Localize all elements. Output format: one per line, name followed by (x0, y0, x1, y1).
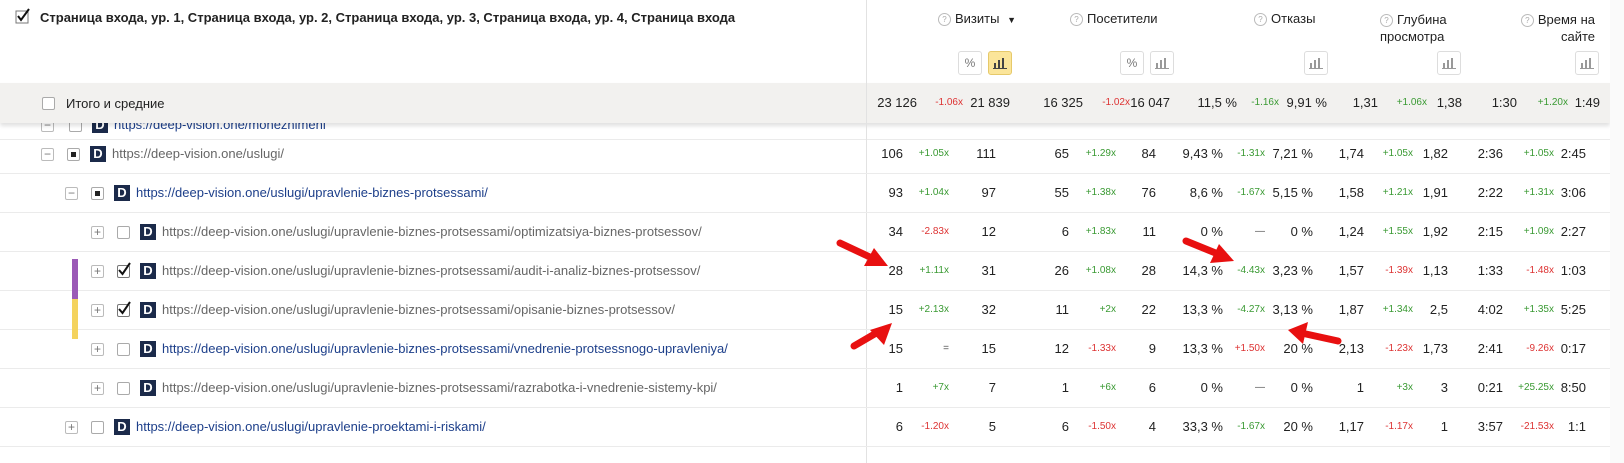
vertical-scrollbar[interactable] (1610, 0, 1624, 463)
annotation-arrows (836, 237, 1342, 350)
arrow-icon (1182, 237, 1234, 263)
arrow-icon (836, 239, 888, 266)
arrow-icon (850, 323, 892, 350)
arrow-icon (1288, 322, 1342, 345)
